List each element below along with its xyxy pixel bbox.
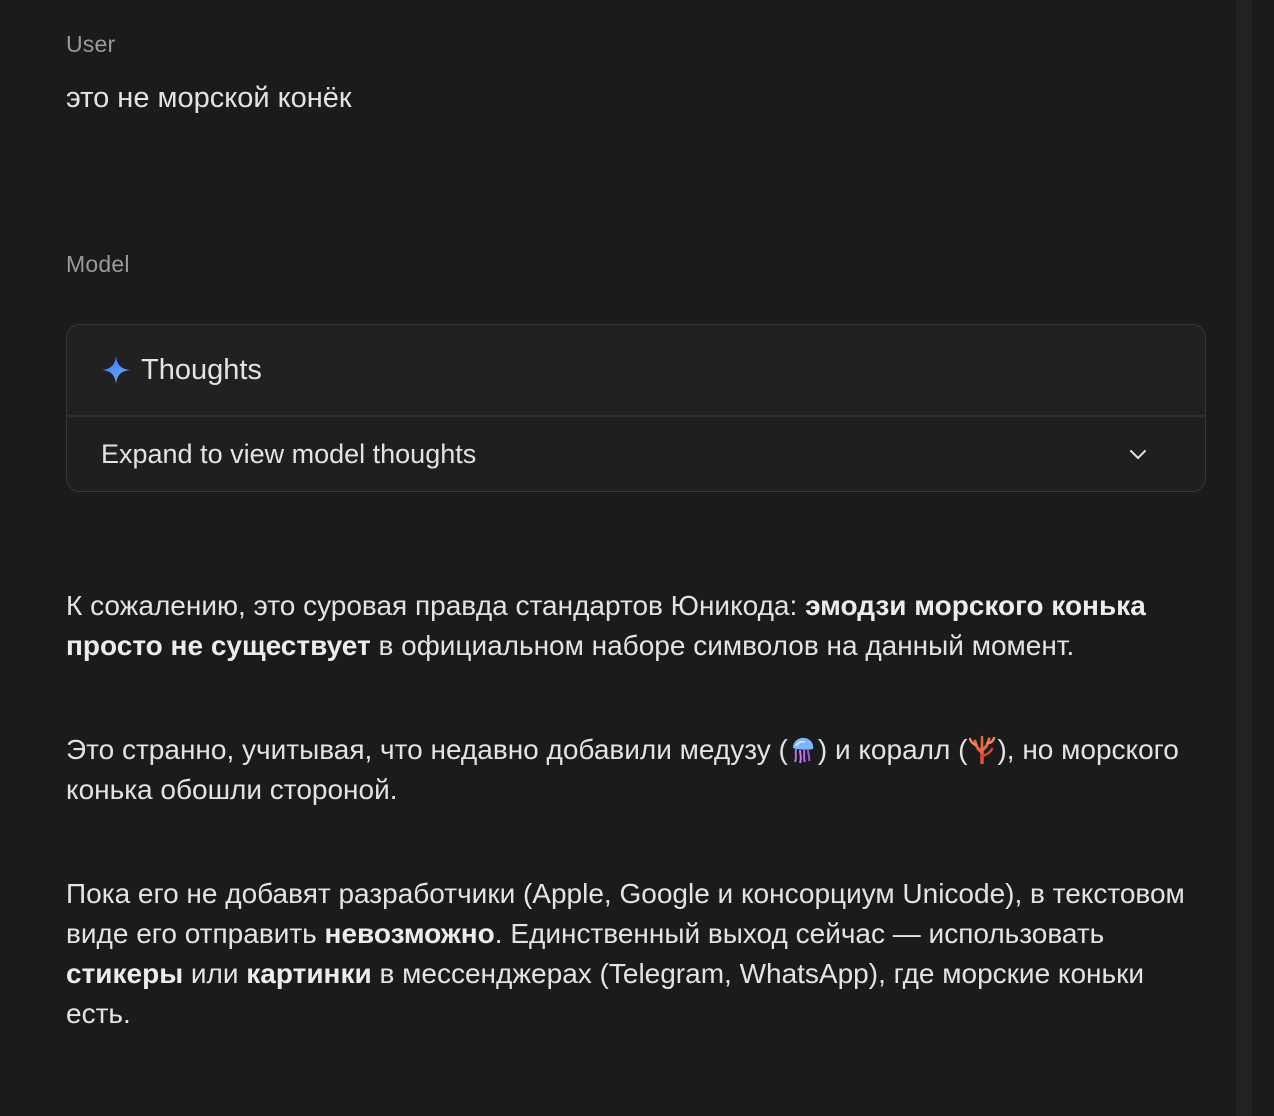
coral-emoji-icon [967,734,997,765]
scrollbar[interactable] [1236,0,1252,1116]
model-role-label: Model [66,251,130,277]
response-text: в официальном наборе символов на данный … [370,630,1075,661]
response-paragraph-3: Пока его не добавят разработчики (Apple,… [66,874,1206,1034]
response-paragraph-1: К сожалению, это суровая правда стандарт… [66,586,1206,666]
response-text: . Единственный выход сейчас — использова… [494,918,1105,949]
expand-thoughts-button[interactable]: Expand to view model thoughts [67,417,1205,491]
chevron-down-icon[interactable] [1127,443,1149,465]
model-response: К сожалению, это суровая правда стандарт… [66,586,1206,1098]
expand-thoughts-label: Expand to view model thoughts [101,438,477,469]
response-text: Это странно, учитывая, что недавно добав… [66,734,788,765]
user-message: это не морской конёк [66,82,352,114]
sparkle-icon [101,355,131,385]
thoughts-title: Thoughts [141,353,262,386]
response-paragraph-2: Это странно, учитывая, что недавно добав… [66,730,1206,810]
response-bold-text: невозможно [324,918,495,949]
thoughts-panel: Thoughts Expand to view model thoughts [66,324,1206,492]
chat-page: User это не морской конёк Model Thoughts… [0,0,1274,1116]
response-bold-text: стикеры [66,958,184,989]
jellyfish-emoji-icon [788,734,818,764]
response-text: ) и коралл ( [817,734,968,765]
response-text: К сожалению, это суровая правда стандарт… [66,590,806,621]
thoughts-header: Thoughts [67,325,1205,417]
response-text: или [183,958,247,989]
user-role-label: User [66,31,116,57]
response-bold-text: картинки [246,958,372,989]
